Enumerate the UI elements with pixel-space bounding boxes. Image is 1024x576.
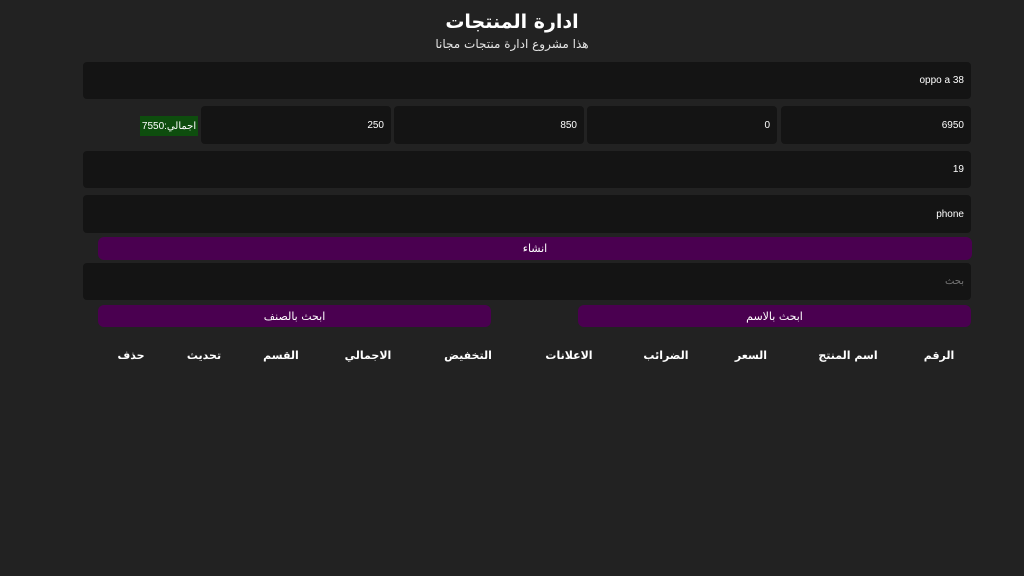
header-discount: التخفيض [444, 349, 492, 362]
header-title: اسم المنتج [818, 349, 878, 362]
search-by-title-button[interactable]: ابحث بالاسم [578, 305, 971, 327]
header-id: الرقم [923, 349, 955, 362]
header-delete: حذف [117, 349, 145, 362]
category-input[interactable] [83, 195, 971, 233]
search-input[interactable] [83, 263, 971, 300]
taxes-input[interactable] [587, 106, 777, 144]
total-badge: اجمالي:7550 [140, 116, 198, 136]
page-title: ادارة المنتجات [445, 11, 579, 33]
header-total: الاجمالي [344, 349, 392, 362]
header-update: تحديث [186, 349, 222, 362]
discount-input[interactable] [201, 106, 391, 144]
ads-input[interactable] [394, 106, 584, 144]
header-price: السعر [734, 349, 768, 362]
page-subtitle: هذا مشروع ادارة منتجات مجانا [435, 37, 589, 51]
header-ads: الاعلانات [545, 349, 593, 362]
search-by-category-button[interactable]: ابحث بالصنف [98, 305, 491, 327]
price-input[interactable] [781, 106, 971, 144]
crud-app: ادارة المنتجات هذا مشروع ادارة منتجات مج… [0, 0, 1024, 576]
count-input[interactable] [83, 151, 971, 188]
title-input[interactable] [83, 62, 971, 99]
header-category: القسم [263, 349, 299, 362]
header-taxes: الضرائب [643, 349, 689, 362]
create-button[interactable]: انشاء [98, 237, 972, 260]
